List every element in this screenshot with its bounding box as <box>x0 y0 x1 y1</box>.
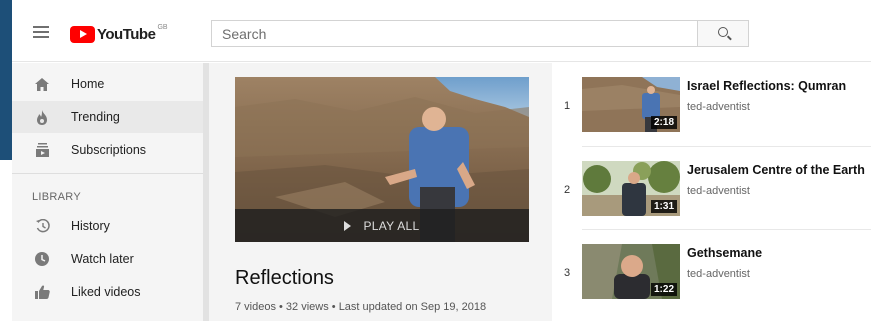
video-title[interactable]: Jerusalem Centre of the Earth <box>687 163 865 177</box>
video-duration: 1:31 <box>650 200 677 213</box>
sidebar-item-label: History <box>71 219 110 233</box>
playlist-title[interactable]: Reflections <box>235 267 334 290</box>
sidebar-item-home[interactable]: Home <box>12 68 203 100</box>
home-icon <box>34 76 50 92</box>
video-index: 2 <box>564 184 571 196</box>
video-thumbnail[interactable]: 1:31 <box>582 161 680 216</box>
logo-text: YouTube <box>97 25 156 43</box>
sidebar: Home Trending Subscriptions LIBRARY Hist… <box>12 63 203 321</box>
video-channel[interactable]: ted-adventist <box>687 268 750 280</box>
video-channel[interactable]: ted-adventist <box>687 101 750 113</box>
search-input[interactable] <box>212 21 697 46</box>
playlist-video-row[interactable]: 2 1:31 Jerusalem Centre of the Earth ted… <box>552 147 871 227</box>
history-icon <box>34 218 50 234</box>
sidebar-item-label: Watch later <box>71 252 134 266</box>
sidebar-item-label: Subscriptions <box>71 143 147 157</box>
video-title[interactable]: Gethsemane <box>687 246 762 260</box>
hamburger-menu-icon[interactable] <box>33 26 49 38</box>
video-title[interactable]: Israel Reflections: Qumran <box>687 79 846 93</box>
sidebar-item-label: Liked videos <box>71 285 141 299</box>
thumbs-up-icon <box>34 284 50 300</box>
flame-icon <box>34 109 50 125</box>
sidebar-item-history[interactable]: History <box>12 210 203 242</box>
playlist-video-row[interactable]: 3 1:22 Gethsemane ted-adventist <box>552 230 871 310</box>
sidebar-item-trending[interactable]: Trending <box>12 101 203 133</box>
playlist-stats: 7 videos • 32 views • Last updated on Se… <box>235 301 487 313</box>
sidebar-item-liked-videos[interactable]: Liked videos <box>12 276 203 308</box>
video-duration: 1:22 <box>650 283 677 296</box>
sidebar-item-watch-later[interactable]: Watch later <box>12 243 203 275</box>
sidebar-item-label: Trending <box>71 110 120 124</box>
search-icon <box>718 27 728 37</box>
sidebar-item-label: Home <box>71 77 105 91</box>
sidebar-divider <box>12 173 203 174</box>
library-heading: LIBRARY <box>32 191 81 203</box>
video-index: 1 <box>564 100 571 112</box>
playlist-header-panel: PLAY ALL Reflections 7 videos • 32 views… <box>209 63 552 321</box>
video-duration: 2:18 <box>650 116 677 129</box>
play-all-button[interactable]: PLAY ALL <box>235 209 529 242</box>
masthead: YouTube GB <box>12 0 871 62</box>
video-thumbnail[interactable]: 1:22 <box>582 244 680 299</box>
search-button[interactable] <box>697 20 749 47</box>
youtube-play-icon <box>70 25 95 43</box>
video-channel[interactable]: ted-adventist <box>687 185 750 197</box>
youtube-logo[interactable]: YouTube GB <box>70 24 168 44</box>
video-index: 3 <box>564 267 571 279</box>
play-all-label: PLAY ALL <box>363 218 420 233</box>
clock-icon <box>34 251 50 267</box>
window-edge-accent <box>0 0 12 160</box>
logo-region: GB <box>157 24 168 31</box>
search-box <box>211 20 697 47</box>
subscriptions-icon <box>34 142 50 158</box>
sidebar-item-subscriptions[interactable]: Subscriptions <box>12 134 203 166</box>
playlist-video-list: 1 2:18 Israel Reflections: Qumran ted-ad… <box>552 63 871 321</box>
play-icon <box>344 220 352 231</box>
playlist-video-row[interactable]: 1 2:18 Israel Reflections: Qumran ted-ad… <box>552 63 871 143</box>
video-thumbnail[interactable]: 2:18 <box>582 77 680 132</box>
